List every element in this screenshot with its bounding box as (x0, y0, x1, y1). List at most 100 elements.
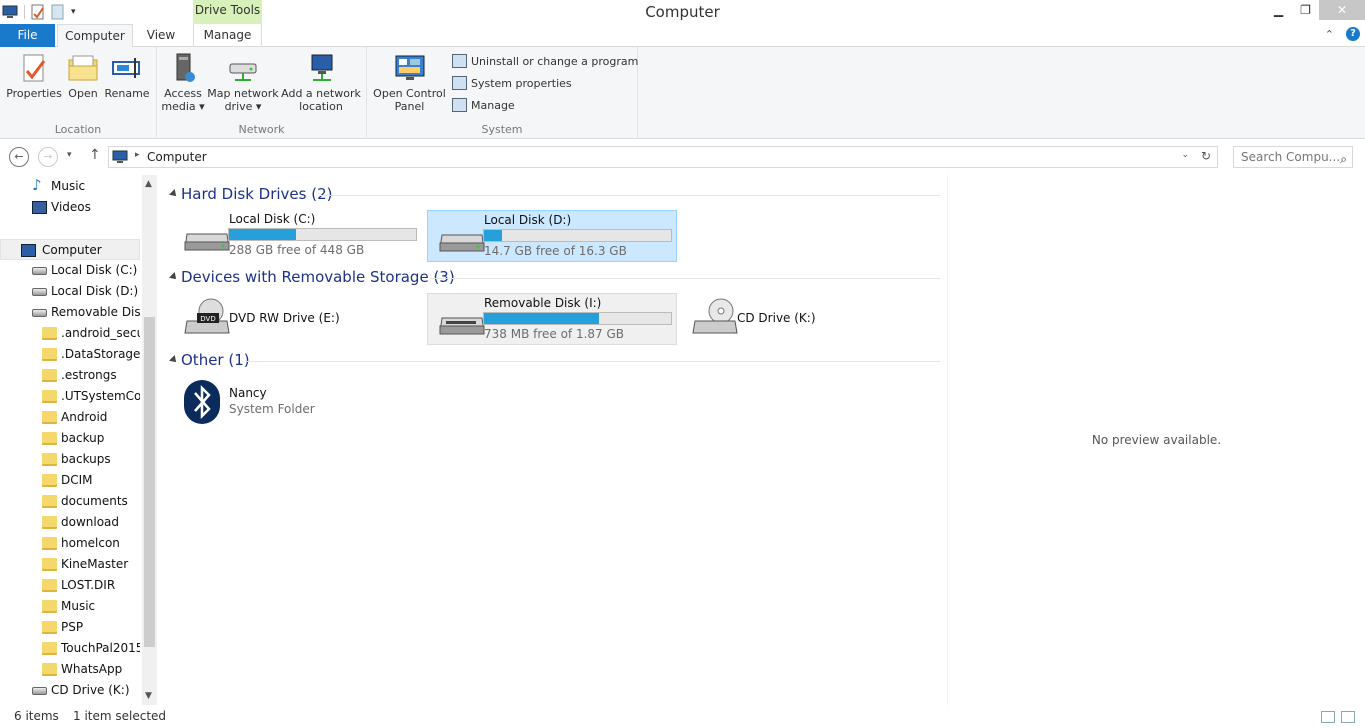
nav-item[interactable]: Computer (0, 239, 140, 260)
programs-icon (452, 54, 467, 68)
address-bar[interactable]: ▸ Computer ⌄ ↻ (108, 146, 1218, 168)
tab-manage[interactable]: Manage (193, 24, 262, 47)
folder-icon (42, 369, 57, 382)
forward-button[interactable]: → (38, 147, 58, 167)
nav-item[interactable]: DCIM (0, 470, 140, 491)
tab-file[interactable]: File (0, 24, 55, 47)
map-network-drive-button[interactable]: Map network drive ▾ (207, 52, 279, 113)
nav-item-label: Videos (51, 200, 91, 214)
nav-item[interactable]: KineMaster (0, 554, 140, 575)
restore-button[interactable]: ❐ (1292, 0, 1319, 20)
group-header-removable-storage[interactable]: Devices with Removable Storage (3) (165, 268, 940, 288)
nav-item[interactable]: backups (0, 449, 140, 470)
collapse-ribbon-icon[interactable]: ⌃ (1325, 28, 1334, 41)
uninstall-program-button[interactable]: Uninstall or change a program (452, 54, 638, 68)
nav-item[interactable]: .android_secure (0, 323, 140, 344)
nav-item[interactable]: CD Drive (K:) (0, 680, 140, 701)
details-view-icon[interactable] (1321, 711, 1335, 723)
drive-tile-e[interactable]: DVD DVD RW Drive (E:) (173, 293, 423, 345)
nav-item[interactable]: .UTSystemConf (0, 386, 140, 407)
manage-button[interactable]: Manage (452, 98, 515, 112)
add-network-location-button[interactable]: Add a network location (281, 52, 361, 113)
group-header-other[interactable]: Other (1) (165, 351, 940, 371)
view-switcher (1321, 711, 1355, 723)
drive-tile-k[interactable]: CD Drive (K:) (681, 293, 931, 345)
nav-item-label: .DataStorage (61, 347, 140, 361)
refresh-icon[interactable]: ↻ (1201, 149, 1211, 163)
nav-item-label: Computer (42, 243, 102, 257)
close-button[interactable]: ✕ (1319, 0, 1365, 20)
breadcrumb-chevron-icon[interactable]: ▸ (135, 150, 140, 160)
drive-tile-i[interactable]: Removable Disk (I:) 738 MB free of 1.87 … (427, 293, 677, 345)
drive-usage-fill (484, 313, 599, 324)
nav-scrollbar[interactable]: ▲ ▼ (142, 175, 157, 705)
nav-item-label: Local Disk (C:) (51, 263, 138, 277)
nav-item[interactable]: ♪ Music (0, 176, 140, 197)
system-properties-button[interactable]: System properties (452, 76, 572, 90)
nav-item-label: .estrongs (61, 368, 117, 382)
nav-item[interactable]: .DataStorage (0, 344, 140, 365)
nav-item[interactable]: Local Disk (C:) (0, 260, 140, 281)
drive-icon (32, 288, 47, 296)
open-button[interactable]: Open (64, 52, 102, 100)
folder-icon (42, 663, 57, 676)
large-icons-view-icon[interactable] (1341, 711, 1355, 723)
group-title: Other (1) (181, 351, 250, 369)
dvd-drive-icon: DVD (184, 298, 230, 334)
drive-tile-d[interactable]: Local Disk (D:) 14.7 GB free of 16.3 GB (427, 210, 677, 262)
nav-item[interactable]: Removable Disk ( (0, 302, 140, 323)
open-control-panel-button[interactable]: Open Control Panel (372, 52, 447, 113)
drive-free-space: 14.7 GB free of 16.3 GB (484, 244, 627, 258)
access-media-button[interactable]: Access media ▾ (161, 52, 205, 113)
tab-computer[interactable]: Computer (57, 24, 133, 48)
nav-item-label: PSP (61, 620, 84, 634)
collapse-group-icon[interactable] (169, 272, 179, 282)
drive-usage-bar (483, 229, 672, 242)
access-media-label-line1: Access (164, 87, 202, 100)
up-button[interactable]: ↑ (89, 147, 101, 163)
nav-item[interactable]: PSP (0, 617, 140, 638)
nav-item[interactable]: LOST.DIR (0, 575, 140, 596)
nav-item[interactable]: backup (0, 428, 140, 449)
nav-item[interactable]: Local Disk (D:) (0, 281, 140, 302)
nav-item-label: download (61, 515, 120, 529)
window-title: Computer (645, 3, 720, 21)
nav-item[interactable]: Videos (0, 197, 140, 218)
system-folder-tile-nancy[interactable]: Nancy System Folder (173, 376, 423, 428)
back-button[interactable]: ← (9, 147, 29, 167)
help-icon[interactable]: ? (1346, 27, 1360, 41)
drive-name: DVD RW Drive (E:) (229, 311, 340, 325)
nav-item[interactable]: .estrongs (0, 365, 140, 386)
scroll-down-icon[interactable]: ▼ (145, 691, 152, 701)
drive-usage-bar (228, 228, 417, 241)
nav-item[interactable]: Music (0, 596, 140, 617)
address-dropdown-icon[interactable]: ⌄ (1181, 150, 1189, 160)
drive-free-space: 288 GB free of 448 GB (229, 243, 365, 257)
map-network-drive-label-line2: drive ▾ (224, 100, 262, 113)
folder-icon (42, 432, 57, 445)
collapse-group-icon[interactable] (169, 189, 179, 199)
network-drive-icon (227, 52, 259, 84)
search-input[interactable]: Search Compu... ⌕ (1233, 146, 1353, 168)
minimize-button[interactable]: ▁ (1265, 0, 1292, 20)
rename-button[interactable]: Rename (104, 52, 150, 100)
nav-item[interactable]: download (0, 512, 140, 533)
nav-item[interactable]: TouchPal2015 (0, 638, 140, 659)
breadcrumb[interactable]: Computer (147, 150, 207, 164)
search-icon[interactable]: ⌕ (1340, 149, 1347, 169)
scroll-up-icon[interactable]: ▲ (145, 179, 152, 189)
group-header-hard-disk-drives[interactable]: Hard Disk Drives (2) (165, 185, 940, 205)
nav-item[interactable]: WhatsApp (0, 659, 140, 680)
nav-item[interactable]: homelcon (0, 533, 140, 554)
nav-item[interactable]: Android (0, 407, 140, 428)
group-divider (247, 361, 940, 362)
tab-view[interactable]: View (138, 24, 184, 47)
nav-item[interactable]: documents (0, 491, 140, 512)
collapse-group-icon[interactable] (169, 355, 179, 365)
recent-locations-chevron-icon[interactable]: ▾ (67, 150, 72, 160)
system-properties-label: System properties (471, 76, 572, 90)
drive-tile-c[interactable]: Local Disk (C:) 288 GB free of 448 GB (173, 210, 423, 262)
scrollbar-thumb[interactable] (144, 317, 155, 647)
properties-button[interactable]: Properties (6, 52, 62, 100)
explorer-window: ▾ Drive Tools Computer ▁ ❐ ✕ File Comput… (0, 0, 1365, 728)
